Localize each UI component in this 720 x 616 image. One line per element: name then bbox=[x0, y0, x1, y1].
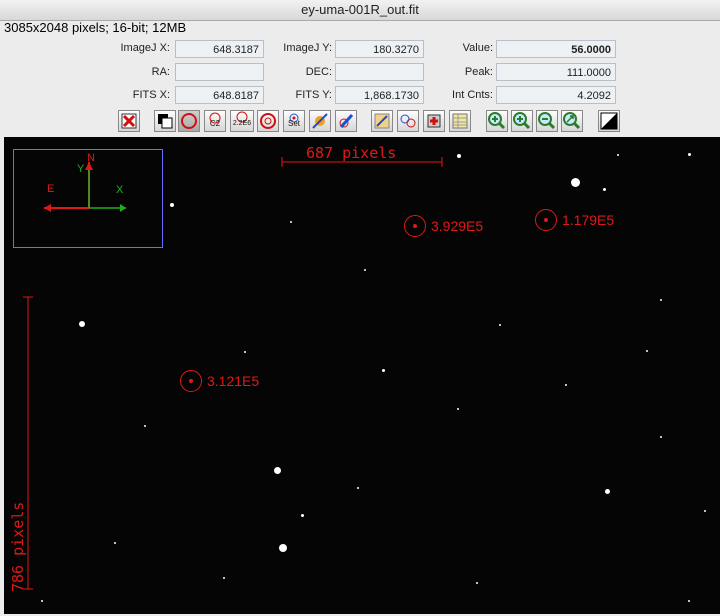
dec-field[interactable] bbox=[335, 63, 424, 81]
multi-aperture-icon[interactable] bbox=[397, 110, 419, 132]
aperture-marker[interactable] bbox=[180, 370, 202, 392]
dec-label: DEC: bbox=[305, 66, 332, 78]
star bbox=[646, 350, 648, 352]
imagej-y-field[interactable]: 180.3270 bbox=[335, 40, 424, 58]
aperture-icon[interactable] bbox=[178, 110, 200, 132]
fits-y-label: FITS Y: bbox=[295, 89, 332, 101]
star bbox=[688, 600, 690, 602]
aperture-label: 1.179E5 bbox=[562, 212, 615, 228]
window-title: ey-uma-001R_out.fit bbox=[0, 0, 720, 21]
star bbox=[605, 489, 610, 494]
star bbox=[603, 188, 606, 191]
star bbox=[41, 600, 43, 602]
contrast-icon[interactable] bbox=[598, 110, 620, 132]
star bbox=[571, 178, 580, 187]
star bbox=[660, 299, 662, 301]
peak-field[interactable]: 111.0000 bbox=[496, 63, 616, 81]
aperture-label: 3.929E5 bbox=[431, 218, 484, 234]
star bbox=[476, 582, 478, 584]
fits-x-field[interactable]: 648.8187 bbox=[175, 86, 264, 104]
image-info: 3085x2048 pixels; 16-bit; 12MB bbox=[4, 20, 187, 35]
value-field[interactable]: 56.0000 bbox=[496, 40, 616, 58]
star bbox=[565, 384, 567, 386]
star bbox=[223, 577, 225, 579]
star-tool-icon[interactable] bbox=[309, 110, 331, 132]
delete-aperture-icon[interactable] bbox=[423, 110, 445, 132]
star bbox=[382, 369, 385, 372]
star bbox=[144, 425, 146, 427]
imagej-x-field[interactable]: 648.3187 bbox=[175, 40, 264, 58]
aperture-marker[interactable] bbox=[404, 215, 426, 237]
zoom-out-icon[interactable] bbox=[536, 110, 558, 132]
ra-label: RA: bbox=[151, 66, 170, 78]
zoom-in-icon[interactable] bbox=[511, 110, 533, 132]
table-icon[interactable] bbox=[449, 110, 471, 132]
invert-icon[interactable] bbox=[154, 110, 176, 132]
aperture-marker[interactable] bbox=[535, 209, 557, 231]
fits-x-label: FITS X: bbox=[132, 89, 170, 101]
zoom-in-fit-icon[interactable] bbox=[486, 110, 508, 132]
star bbox=[499, 324, 501, 326]
aperture-label: 3.121E5 bbox=[207, 373, 260, 389]
int-cnts-label: Int Cnts: bbox=[452, 89, 493, 101]
star bbox=[114, 542, 116, 544]
star bbox=[170, 203, 174, 207]
value-label: Value: bbox=[462, 42, 493, 54]
annulus-icon[interactable] bbox=[257, 110, 279, 132]
star bbox=[704, 510, 706, 512]
pencil-icon[interactable] bbox=[335, 110, 357, 132]
clear-icon[interactable] bbox=[371, 110, 393, 132]
image-canvas[interactable]: N Y E X 687 pixels 786 pixels 3.929E5 1.… bbox=[4, 137, 720, 614]
star bbox=[279, 544, 287, 552]
c2-button[interactable]: C2 bbox=[204, 110, 226, 132]
star bbox=[79, 321, 85, 327]
int-cnts-field[interactable]: 4.2092 bbox=[496, 86, 616, 104]
counts-button[interactable]: 2.2E6 bbox=[230, 110, 254, 132]
fits-y-field[interactable]: 1,868.1730 bbox=[335, 86, 424, 104]
ra-field[interactable] bbox=[175, 63, 264, 81]
imagej-y-label: ImageJ Y: bbox=[283, 42, 332, 54]
overlay-graphics bbox=[23, 157, 443, 590]
close-icon[interactable] bbox=[118, 110, 140, 132]
star bbox=[660, 436, 662, 438]
star bbox=[457, 154, 461, 158]
peak-label: Peak: bbox=[464, 66, 493, 78]
star bbox=[457, 408, 459, 410]
star bbox=[364, 269, 366, 271]
star bbox=[688, 153, 691, 156]
star bbox=[244, 351, 246, 353]
star bbox=[617, 154, 619, 156]
star bbox=[301, 514, 304, 517]
set-button[interactable]: Set bbox=[283, 110, 305, 132]
star bbox=[357, 487, 359, 489]
scale-label-vertical: 786 pixels bbox=[9, 501, 27, 592]
star bbox=[290, 221, 292, 223]
scale-label-horizontal: 687 pixels bbox=[306, 144, 397, 162]
imagej-x-label: ImageJ X: bbox=[120, 42, 170, 54]
zoom-fit-icon[interactable] bbox=[561, 110, 583, 132]
star bbox=[274, 467, 281, 474]
